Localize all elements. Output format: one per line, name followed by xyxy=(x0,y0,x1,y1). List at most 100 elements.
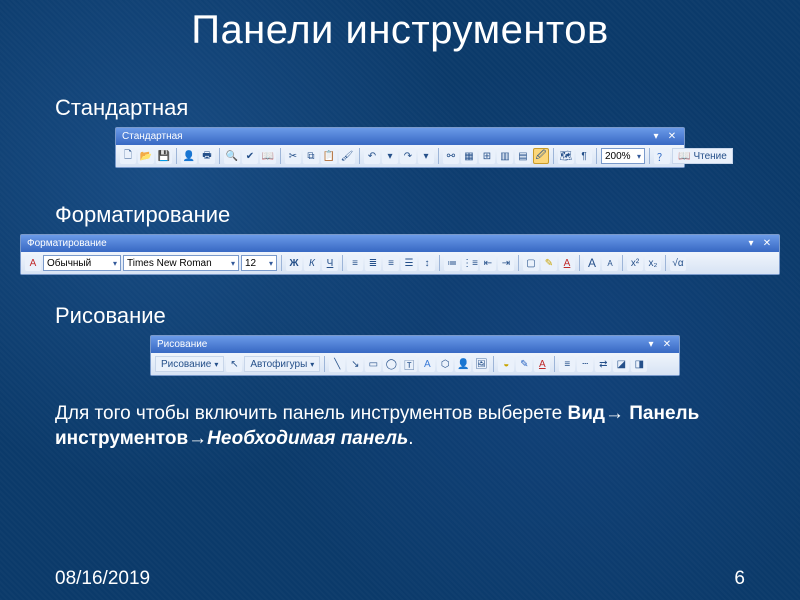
line-color-icon[interactable]: ✎ xyxy=(516,356,532,372)
close-icon[interactable]: ✕ xyxy=(661,338,673,350)
toolbar-standard-title: Стандартная xyxy=(122,131,183,142)
paste-icon[interactable]: 📋 xyxy=(321,148,337,164)
font-value: Times New Roman xyxy=(127,258,212,269)
font-size-combo[interactable]: 12 ▾ xyxy=(241,255,277,271)
wordart-icon[interactable]: A xyxy=(419,356,435,372)
separator xyxy=(665,255,666,271)
toolbar-formatting-row: A Обычный ▾ Times New Roman ▾ 12 ▾ Ж К Ч… xyxy=(21,252,779,274)
equation-icon[interactable]: √α xyxy=(670,255,686,271)
columns-icon[interactable]: ▤ xyxy=(515,148,531,164)
slide-title: Панели инструментов xyxy=(0,0,800,53)
toolbar-dropdown-icon[interactable]: ▾ xyxy=(645,338,657,350)
toolbar-dropdown-icon[interactable]: ▾ xyxy=(745,237,757,249)
autoshapes-menu-button[interactable]: Автофигуры ▾ xyxy=(244,356,320,372)
rectangle-icon[interactable]: ▭ xyxy=(365,356,381,372)
align-left-icon[interactable]: ≡ xyxy=(347,255,363,271)
textbox-icon[interactable]: 🅃 xyxy=(401,356,417,372)
underline-icon[interactable]: Ч xyxy=(322,255,338,271)
font-color-icon[interactable]: A xyxy=(534,356,550,372)
instruction-view: Вид xyxy=(568,403,605,424)
spellcheck-icon[interactable]: ✔ xyxy=(242,148,258,164)
redo-dropdown-icon[interactable]: ▾ xyxy=(418,148,434,164)
separator xyxy=(438,148,439,164)
paragraph-marks-icon[interactable]: ¶ xyxy=(576,148,592,164)
chevron-down-icon: ▾ xyxy=(266,259,273,268)
toolbar-formatting-title-bar[interactable]: Форматирование ▾ ✕ xyxy=(21,235,779,252)
arrow-icon[interactable]: ↘ xyxy=(347,356,363,372)
oval-icon[interactable]: ◯ xyxy=(383,356,399,372)
bold-icon[interactable]: Ж xyxy=(286,255,302,271)
undo-dropdown-icon[interactable]: ▾ xyxy=(382,148,398,164)
chevron-down-icon: ▾ xyxy=(310,360,314,369)
toolbar-dropdown-icon[interactable]: ▾ xyxy=(650,130,662,142)
3d-style-icon[interactable]: ◨ xyxy=(631,356,647,372)
select-objects-icon[interactable]: ↖ xyxy=(226,356,242,372)
shadow-style-icon[interactable]: ◪ xyxy=(613,356,629,372)
instruction-needed: Необходимая панель xyxy=(207,428,408,449)
close-icon[interactable]: ✕ xyxy=(761,237,773,249)
font-color-icon[interactable]: A xyxy=(559,255,575,271)
fill-color-icon[interactable]: ◒ xyxy=(498,356,514,372)
align-center-icon[interactable]: ≣ xyxy=(365,255,381,271)
permissions-icon[interactable]: 👤 xyxy=(181,148,197,164)
save-icon[interactable]: 💾 xyxy=(156,148,172,164)
format-painter-icon[interactable]: 🖌 xyxy=(339,148,355,164)
copy-icon[interactable]: ⧉ xyxy=(303,148,319,164)
font-combo[interactable]: Times New Roman ▾ xyxy=(123,255,239,271)
italic-icon[interactable]: К xyxy=(304,255,320,271)
toolbar-standard-title-bar[interactable]: Стандартная ▾ ✕ xyxy=(116,128,684,145)
increase-indent-icon[interactable]: ⇥ xyxy=(498,255,514,271)
align-right-icon[interactable]: ≡ xyxy=(383,255,399,271)
toolbar-drawing-title-bar[interactable]: Рисование ▾ ✕ xyxy=(151,336,679,353)
justify-icon[interactable]: ☰ xyxy=(401,255,417,271)
draw-menu-button[interactable]: Рисование ▾ xyxy=(155,356,224,372)
shrink-font-icon[interactable]: A xyxy=(602,255,618,271)
line-style-icon[interactable]: ≡ xyxy=(559,356,575,372)
print-icon[interactable]: 🖶 xyxy=(199,148,215,164)
help-icon[interactable]: ？ xyxy=(654,148,670,164)
diagram-icon[interactable]: ⬡ xyxy=(437,356,453,372)
bullet-list-icon[interactable]: ⋮≡ xyxy=(462,255,478,271)
highlight-icon[interactable]: ✎ xyxy=(541,255,557,271)
tables-borders-icon[interactable]: ▦ xyxy=(461,148,477,164)
footer-date: 08/16/2019 xyxy=(55,568,150,590)
insert-table-icon[interactable]: ⊞ xyxy=(479,148,495,164)
close-icon[interactable]: ✕ xyxy=(666,130,678,142)
grow-font-icon[interactable]: A xyxy=(584,255,600,271)
doc-map-icon[interactable]: 🗺 xyxy=(558,148,574,164)
drawing-toggle-icon[interactable]: 🖉 xyxy=(533,148,549,164)
line-icon[interactable]: ╲ xyxy=(329,356,345,372)
subscript-icon[interactable]: x₂ xyxy=(645,255,661,271)
separator xyxy=(324,356,325,372)
decrease-indent-icon[interactable]: ⇤ xyxy=(480,255,496,271)
hyperlink-icon[interactable]: ⚯ xyxy=(443,148,459,164)
separator xyxy=(579,255,580,271)
superscript-icon[interactable]: x² xyxy=(627,255,643,271)
toolbar-formatting: Форматирование ▾ ✕ A Обычный ▾ Times New… xyxy=(20,234,780,275)
print-preview-icon[interactable]: 🔍 xyxy=(224,148,240,164)
zoom-combo[interactable]: 200% ▾ xyxy=(601,148,645,164)
slide-footer: 08/16/2019 6 xyxy=(55,568,745,590)
research-icon[interactable]: 📖 xyxy=(260,148,276,164)
styles-pane-icon[interactable]: A xyxy=(25,255,41,271)
open-icon[interactable]: 📂 xyxy=(138,148,154,164)
numbered-list-icon[interactable]: ≔ xyxy=(444,255,460,271)
chevron-down-icon: ▾ xyxy=(228,259,235,268)
read-button[interactable]: 📖 Чтение xyxy=(672,148,733,164)
dash-style-icon[interactable]: ┄ xyxy=(577,356,593,372)
line-spacing-icon[interactable]: ↕ xyxy=(419,255,435,271)
cut-icon[interactable]: ✂ xyxy=(285,148,301,164)
instruction-prefix: Для того чтобы включить панель инструмен… xyxy=(55,403,568,424)
excel-icon[interactable]: ▥ xyxy=(497,148,513,164)
arrow-style-icon[interactable]: ⇄ xyxy=(595,356,611,372)
new-doc-icon[interactable]: 🗋 xyxy=(120,148,136,164)
toolbar-drawing-row: Рисование ▾ ↖ Автофигуры ▾ ╲ ↘ ▭ ◯ 🅃 A ⬡… xyxy=(151,353,679,375)
separator xyxy=(359,148,360,164)
insert-picture-icon[interactable]: 🖼 xyxy=(473,356,489,372)
clipart-icon[interactable]: 👤 xyxy=(455,356,471,372)
borders-icon[interactable]: ▢ xyxy=(523,255,539,271)
separator xyxy=(622,255,623,271)
redo-icon[interactable]: ↷ xyxy=(400,148,416,164)
undo-icon[interactable]: ↶ xyxy=(364,148,380,164)
style-combo[interactable]: Обычный ▾ xyxy=(43,255,121,271)
